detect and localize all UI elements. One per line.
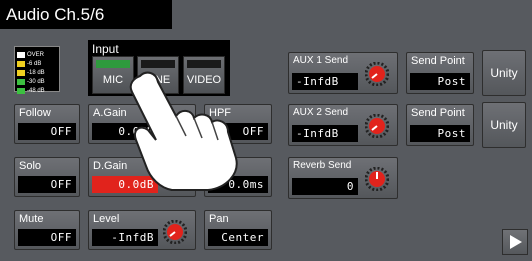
play-arrow-icon — [510, 235, 522, 249]
level-value: -InfdB — [92, 229, 158, 246]
follow-value: OFF — [18, 123, 76, 140]
level-label: Level — [93, 213, 120, 225]
pan-label: Pan — [209, 213, 229, 225]
meter-label: -6 dB — [27, 60, 42, 67]
page-title: Audio Ch.5/6 — [0, 0, 172, 29]
aux2-value: -InfdB — [292, 125, 358, 142]
meter-legend-row: -18 dB — [17, 68, 57, 77]
reverb-send-control[interactable]: Reverb Send 0 — [288, 157, 398, 199]
aux2-send-control[interactable]: AUX 2 Send -InfdB — [288, 104, 398, 146]
follow-label: Follow — [19, 107, 51, 119]
solo-button[interactable]: Solo OFF — [14, 157, 80, 197]
send-point-label: Send Point — [411, 107, 465, 119]
knob-icon[interactable] — [163, 220, 187, 244]
dgain-label: D.Gain — [93, 160, 128, 172]
knob-icon[interactable] — [365, 114, 389, 138]
pan-control[interactable]: Pan Center — [204, 210, 272, 250]
reverb-value: 0 — [292, 178, 358, 195]
solo-label: Solo — [19, 160, 42, 172]
aux1-send-control[interactable]: AUX 1 Send -InfdB — [288, 52, 398, 94]
meter-swatch — [17, 51, 25, 58]
meter-label: -18 dB — [27, 69, 45, 76]
send-point-1-button[interactable]: Send Point Post — [406, 52, 474, 94]
follow-button[interactable]: Follow OFF — [14, 104, 80, 144]
inactive-led — [187, 60, 221, 68]
unity-button-2[interactable]: Unity — [482, 102, 526, 148]
meter-label: -48 dB — [27, 87, 45, 94]
meter-label: -30 dB — [27, 78, 45, 85]
aux1-label: AUX 1 Send — [293, 55, 349, 66]
send-point-value: Post — [410, 125, 470, 142]
next-page-button[interactable] — [502, 229, 528, 255]
meter-swatch — [17, 69, 25, 76]
pan-value: Center — [208, 229, 268, 246]
meter-legend: OVER -6 dB -18 dB -30 dB -48 dB — [14, 46, 60, 95]
inactive-led — [141, 60, 175, 68]
mute-button[interactable]: Mute OFF — [14, 210, 80, 250]
meter-legend-row: OVER — [17, 50, 57, 59]
unity-button-1[interactable]: Unity — [482, 50, 526, 96]
again-label: A.Gain — [93, 107, 127, 119]
send-point-value: Post — [410, 73, 470, 90]
input-label: Input — [92, 42, 119, 56]
hand-pointer-icon — [129, 71, 238, 191]
mute-value: OFF — [18, 229, 76, 246]
mute-label: Mute — [19, 213, 44, 225]
meter-swatch — [17, 60, 25, 67]
meter-label: OVER — [27, 51, 45, 58]
send-point-label: Send Point — [411, 55, 465, 67]
aux1-value: -InfdB — [292, 73, 358, 90]
send-point-2-button[interactable]: Send Point Post — [406, 104, 474, 146]
meter-legend-row: -48 dB — [17, 86, 57, 95]
solo-value: OFF — [18, 176, 76, 193]
meter-legend-row: -30 dB — [17, 77, 57, 86]
meter-legend-row: -6 dB — [17, 59, 57, 68]
meter-swatch — [17, 78, 25, 85]
level-control[interactable]: Level -InfdB — [88, 210, 196, 250]
aux2-label: AUX 2 Send — [293, 107, 349, 118]
active-led — [96, 60, 130, 68]
knob-icon[interactable] — [365, 62, 389, 86]
reverb-label: Reverb Send — [293, 160, 352, 171]
knob-icon[interactable] — [365, 167, 389, 191]
meter-swatch — [17, 87, 25, 94]
